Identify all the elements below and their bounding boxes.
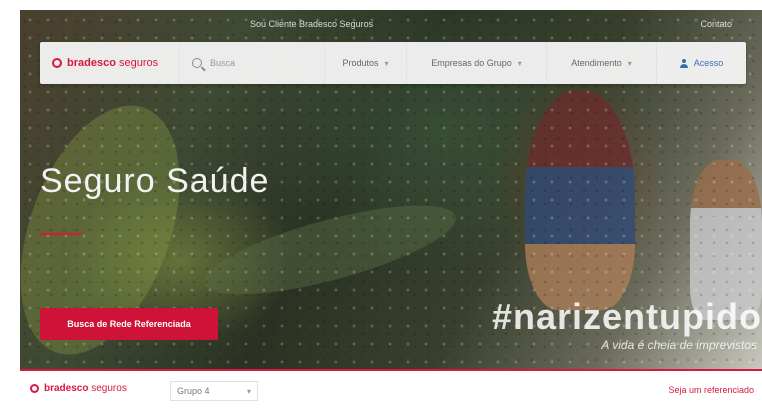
- top-utility-bar: Sou Cliente Bradesco Seguros Contato: [20, 10, 762, 40]
- group-selector-value: Grupo 4: [177, 386, 210, 396]
- brand-name-bold: bradesco: [67, 57, 116, 69]
- brand-logo[interactable]: bradesco seguros: [40, 42, 180, 84]
- nav-item-label: Empresas do Grupo: [431, 58, 512, 68]
- nav-item-label: Atendimento: [571, 58, 622, 68]
- footer-brand-name-light: seguros: [91, 383, 127, 394]
- nav-item-label: Produtos: [342, 58, 379, 68]
- group-selector[interactable]: Grupo 4 ▾: [170, 381, 258, 401]
- access-label: Acesso: [693, 58, 724, 68]
- footer-brand-name-bold: bradesco: [44, 383, 89, 394]
- hero-leaf: [196, 187, 464, 313]
- campaign-tagline: A vida é cheia de imprevistos: [601, 338, 757, 352]
- top-utility-link[interactable]: Sou Cliente Bradesco Seguros: [250, 19, 373, 29]
- brand-name-light: seguros: [118, 57, 159, 69]
- main-navigation: bradesco seguros Busca Produtos ▾ Empres…: [40, 42, 746, 84]
- page-frame: Sou Cliente Bradesco Seguros Contato bra…: [0, 0, 762, 411]
- chevron-down-icon: ▾: [517, 58, 522, 68]
- footer-brand-name: bradesco seguros: [44, 383, 127, 394]
- chevron-down-icon: ▾: [384, 58, 389, 68]
- campaign-hashtag: #narizentupido: [491, 296, 762, 337]
- nav-item-atendimento[interactable]: Atendimento ▾: [547, 42, 657, 84]
- bradesco-logo-icon: [52, 58, 62, 68]
- bradesco-logo-icon: [30, 384, 39, 393]
- footer-brand-logo[interactable]: bradesco seguros: [30, 383, 127, 394]
- nav-item-produtos[interactable]: Produtos ▾: [325, 42, 407, 84]
- hero-child-girl: [525, 90, 635, 310]
- hero-title-underline: [40, 233, 82, 235]
- hero-title: Seguro Saúde: [40, 162, 270, 200]
- network-search-button[interactable]: Busca de Rede Referenciada: [40, 308, 218, 340]
- chevron-down-icon: ▾: [246, 386, 251, 396]
- user-icon: [679, 58, 688, 68]
- chevron-down-icon: ▾: [627, 58, 632, 68]
- brand-name: bradesco seguros: [67, 57, 158, 69]
- search-icon: [192, 58, 202, 68]
- access-button[interactable]: Acesso: [657, 42, 746, 84]
- become-referenced-link[interactable]: Seja um referenciado: [668, 385, 754, 395]
- search-placeholder: Busca: [210, 58, 236, 68]
- search-input[interactable]: Busca: [180, 42, 325, 84]
- contact-link[interactable]: Contato: [700, 19, 732, 29]
- nav-item-empresas-do-grupo[interactable]: Empresas do Grupo ▾: [407, 42, 547, 84]
- secondary-bar: bradesco seguros Grupo 4 ▾ Seja um refer…: [20, 371, 762, 411]
